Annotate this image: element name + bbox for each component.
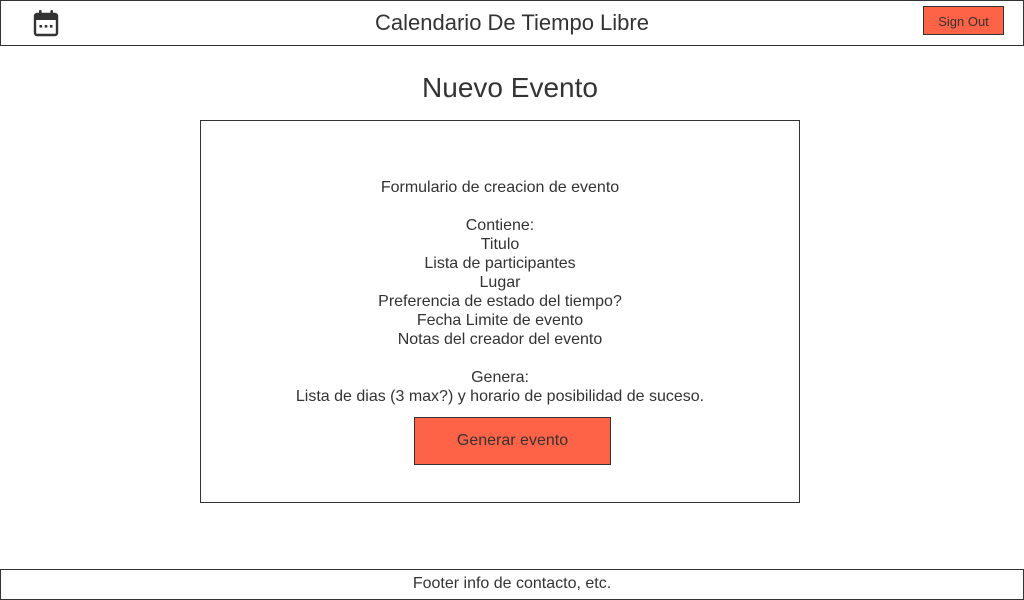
header-bar: Calendario De Tiempo Libre Sign Out: [0, 0, 1024, 46]
contains-item-weather: Preferencia de estado del tiempo?: [378, 293, 622, 310]
contains-label: Contiene:: [465, 217, 535, 234]
page: Calendario De Tiempo Libre Sign Out Nuev…: [0, 0, 1024, 600]
generate-event-button[interactable]: Generar evento: [414, 417, 611, 465]
sign-out-button[interactable]: Sign Out: [923, 6, 1004, 35]
contains-item-deadline: Fecha Limite de evento: [416, 312, 584, 329]
form-description: Formulario de creacion de evento Contien…: [201, 178, 799, 406]
form-intro: Formulario de creacion de evento: [380, 179, 620, 196]
page-title: Nuevo Evento: [422, 72, 598, 103]
contains-item-participants: Lista de participantes: [424, 255, 576, 272]
generates-label: Genera:: [471, 369, 529, 386]
contains-item-place: Lugar: [479, 274, 521, 291]
contains-item-notes: Notas del creador del evento: [397, 331, 603, 348]
contains-item-title: Titulo: [480, 236, 520, 253]
event-form-panel: Formulario de creacion de evento Contien…: [200, 120, 800, 503]
generates-text: Lista de dias (3 max?) y horario de posi…: [295, 388, 705, 405]
calendar-icon[interactable]: [33, 9, 59, 37]
app-title: Calendario De Tiempo Libre: [375, 10, 649, 35]
footer: Footer info de contacto, etc.: [0, 569, 1024, 600]
